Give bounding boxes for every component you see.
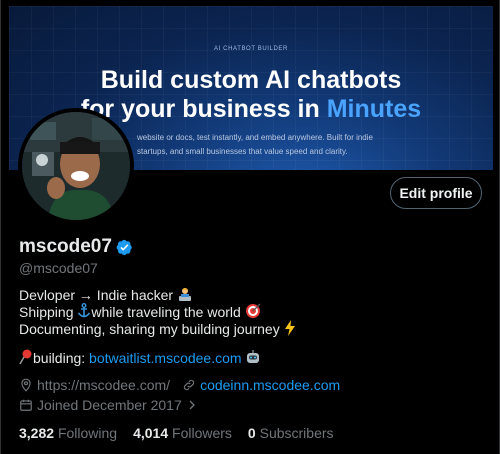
banner-subtitle-line1: website or docs, test instantly, and emb… — [137, 133, 373, 142]
follow-stats: 3,282 Following 4,014 Followers 0 Subscr… — [19, 425, 350, 441]
lightning-emoji-icon — [284, 320, 296, 340]
display-name-row: mscode07 — [19, 236, 133, 258]
bio-text-3: while traveling the world — [91, 304, 241, 320]
handle: @mscode07 — [19, 260, 98, 276]
bio-line-2: Shipping while traveling the world — [19, 303, 296, 320]
banner-subtitle-line2: startups, and small businesses that valu… — [137, 147, 348, 156]
chevron-right-icon — [189, 400, 195, 410]
joined-date: Joined December 2017 — [37, 397, 182, 413]
edit-profile-button[interactable]: Edit profile — [390, 177, 482, 209]
bio-text-2: Shipping — [19, 304, 74, 320]
display-name: mscode07 — [19, 236, 112, 257]
building-link[interactable]: botwaitlist.mscodee.com — [89, 350, 242, 366]
subscribers-label: Subscribers — [259, 425, 334, 441]
avatar-photo — [22, 112, 130, 220]
profile-link[interactable]: codeinn.mscodee.com — [200, 377, 340, 393]
robot-emoji-icon — [245, 349, 261, 369]
profile-page: AI CHATBOT BUILDER Build custom AI chatb… — [0, 0, 500, 454]
bio-line-1: Devloper → Indie hacker — [19, 286, 296, 303]
avatar[interactable] — [18, 108, 134, 224]
following-label: Following — [57, 425, 118, 441]
following-count: 3,282 — [19, 425, 55, 441]
link-icon — [183, 379, 195, 391]
joined-row[interactable]: Joined December 2017 — [19, 397, 198, 413]
banner-headline-accent: Minutes — [326, 95, 422, 123]
bio-text-1: Devloper → Indie hacker — [19, 287, 174, 303]
subscribers-stat[interactable]: 0 Subscribers — [248, 425, 334, 441]
banner-kicker: AI CHATBOT BUILDER — [214, 46, 288, 52]
verified-badge-icon[interactable] — [116, 239, 133, 256]
followers-stat[interactable]: 4,014 Followers — [133, 425, 232, 441]
subscribers-count: 0 — [247, 425, 256, 441]
bio-text-4: Documenting, sharing my building journey — [19, 321, 280, 337]
website-text: https://mscodee.com/ — [37, 377, 171, 393]
pushpin-emoji-icon — [19, 349, 33, 369]
building-label: building: — [33, 350, 90, 366]
bio: Devloper → Indie hacker Shipping while t… — [19, 286, 296, 337]
following-stat[interactable]: 3,282 Following — [19, 425, 117, 441]
followers-count: 4,014 — [133, 425, 169, 441]
banner-headline-plain: for your business in — [80, 95, 327, 123]
building-line: building: botwaitlist.mscodee.com — [19, 349, 261, 369]
banner-subtitle: website or docs, test instantly, and emb… — [137, 131, 437, 159]
location-pin-icon — [21, 378, 31, 392]
bio-line-3: Documenting, sharing my building journey — [19, 320, 296, 337]
calendar-icon — [20, 399, 32, 411]
banner-headline-line1: Build custom AI chatbots — [100, 66, 402, 94]
profile-meta-links: https://mscodee.com/ codeinn.mscodee.com — [19, 377, 340, 393]
followers-label: Followers — [172, 425, 232, 441]
